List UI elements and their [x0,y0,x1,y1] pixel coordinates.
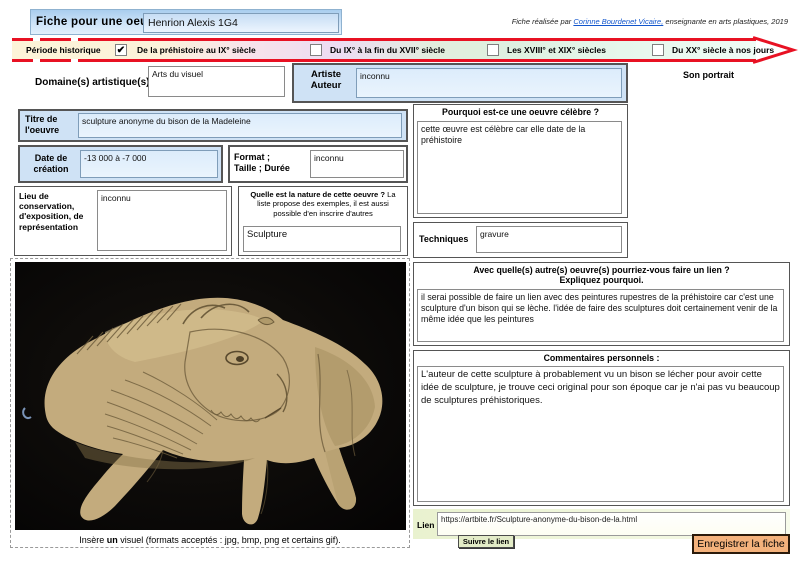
checkbox-xx[interactable] [652,44,664,56]
credit-prefix: Fiche réalisée par [512,17,574,26]
techniques-label: Techniques [419,234,468,245]
author-link[interactable]: Corinne Bourdenet Vicaire, [573,17,663,26]
format-label: Format ; Taille ; Durée [234,152,310,174]
credit-line: Fiche réalisée par Corinne Bourdenet Vic… [512,17,788,26]
lien-oeuvres-textarea[interactable]: il serai possible de faire un lien avec … [417,289,784,342]
lien-url-input[interactable]: https://artbite.fr/Sculpture-anonyme-du-… [437,512,786,536]
lien-oeuvres-header: Avec quelle(s) autre(s) oeuvre(s) pourri… [414,263,789,285]
form-title-bar: Fiche pour une oeuvre par Henrion Alexis… [30,9,342,35]
celebre-box: Pourquoi est-ce une oeuvre célèbre ? cet… [413,104,628,218]
fiche-oeuvre-form: Fiche pour une oeuvre par Henrion Alexis… [0,0,800,566]
artiste-input[interactable]: inconnu [356,68,622,98]
format-box: Format ; Taille ; Durée inconnu [228,145,408,183]
titre-input[interactable]: sculpture anonyme du bison de la Madelei… [78,113,402,138]
save-fiche-button[interactable]: Enregistrer la fiche [692,534,790,554]
timeline-dash-gap [71,59,78,62]
lien-label: Lien [417,520,434,530]
date-input[interactable]: -13 000 à -7 000 [80,150,218,178]
commentaires-header: Commentaires personnels : [414,351,789,363]
format-input[interactable]: inconnu [310,150,404,178]
follow-link-button[interactable]: Suivre le lien [458,535,514,548]
portrait-label: Son portrait [683,70,734,81]
checkbox-prehistoire[interactable]: ✔ [115,44,127,56]
bison-sculpture-photo [15,262,406,530]
timeline-dash-gap [33,59,40,62]
commentaires-textarea[interactable]: L'auteur de cette sculpture à probableme… [417,366,784,502]
domaine-label: Domaine(s) artistique(s) [35,77,149,89]
lien-oeuvres-box: Avec quelle(s) autre(s) oeuvre(s) pourri… [413,262,790,346]
titre-label: Titre de l'oeuvre [25,114,77,136]
credit-suffix: enseignante en arts plastiques, 2019 [663,17,788,26]
nature-question: Quelle est la nature de cette oeuvre ? L… [239,187,407,218]
lieu-label: Lieu de conservation, d'exposition, de r… [19,191,99,232]
lieu-input[interactable]: inconnu [97,190,227,251]
artiste-box: Artiste Auteur inconnu [292,63,628,103]
date-label: Date de création [24,153,78,175]
techniques-input[interactable]: gravure [476,226,622,253]
techniques-box: Techniques gravure [413,222,628,258]
period-option-1: De la préhistoire au IX° siècle [137,45,256,55]
timeline-arrow-icon [752,36,798,64]
commentaires-box: Commentaires personnels : L'auteur de ce… [413,350,790,506]
checkbox-xviii-xix[interactable] [487,44,499,56]
domaine-input[interactable]: Arts du visuel [148,66,285,97]
celebre-header: Pourquoi est-ce une oeuvre célèbre ? [414,105,627,117]
student-name-input[interactable]: Henrion Alexis 1G4 [143,13,339,33]
visual-insert-area[interactable]: Insère un visuel (formats acceptés : jpg… [10,258,410,548]
checkbox-ix-xvii[interactable] [310,44,322,56]
celebre-textarea[interactable]: cette œuvre est célèbre car elle date de… [417,121,622,214]
artiste-label: Artiste Auteur [296,69,356,92]
timeline-dash-gap [33,38,40,41]
nature-box: Quelle est la nature de cette oeuvre ? L… [238,186,408,256]
period-label: Période historique [26,45,101,55]
timeline-dash-gap [71,38,78,41]
nature-select[interactable]: Sculpture [243,226,401,252]
date-box: Date de création -13 000 à -7 000 [18,145,223,183]
period-option-2: Du IX° à la fin du XVII° siècle [330,45,445,55]
bison-sculpture-image [15,262,406,530]
titre-box: Titre de l'oeuvre sculpture anonyme du b… [18,109,408,142]
lieu-box: Lieu de conservation, d'exposition, de r… [14,186,232,256]
period-timeline-band: Période historique ✔ De la préhistoire a… [12,38,756,62]
period-option-3: Les XVIII° et XIX° siècles [507,45,606,55]
visual-caption: Insère un visuel (formats acceptés : jpg… [11,535,409,545]
